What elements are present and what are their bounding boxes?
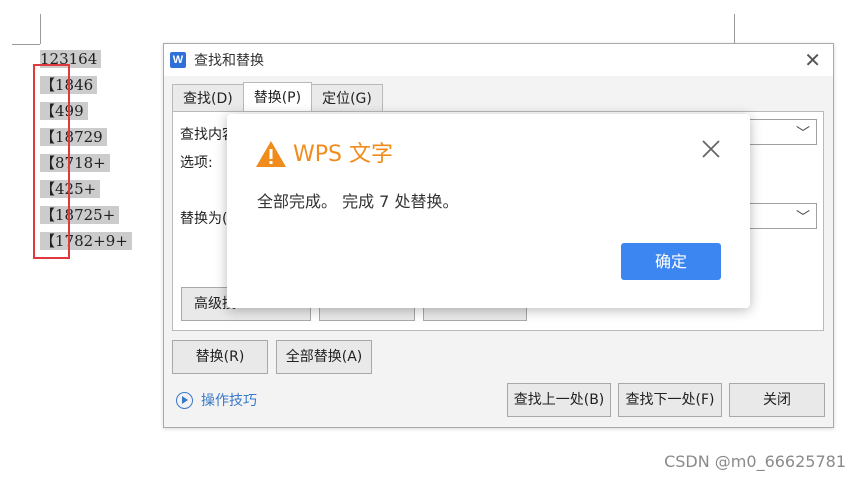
margin-mark-top-left-vertical — [40, 14, 41, 44]
chevron-down-icon[interactable]: ﹀ — [796, 123, 810, 143]
replace-button[interactable]: 替换(R) — [172, 340, 268, 374]
tab-replace[interactable]: 替换(P) — [242, 82, 313, 112]
dialog-tabs: 查找(D) 替换(P) 定位(G) — [172, 82, 383, 112]
find-next-button[interactable]: 查找下一处(F) — [618, 383, 722, 417]
wps-message-box: WPS 文字 全部完成。 完成 7 处替换。 确定 — [227, 114, 750, 308]
message-text: 全部完成。 完成 7 处替换。 — [257, 192, 459, 211]
margin-mark-top-right — [734, 14, 735, 44]
tab-goto[interactable]: 定位(G) — [311, 84, 383, 112]
tips-link[interactable]: 操作技巧 — [176, 390, 257, 410]
watermark: CSDN @m0_66625781 — [664, 452, 846, 471]
dialog-title: 查找和替换 — [194, 53, 264, 69]
close-icon[interactable]: ✕ — [804, 50, 821, 70]
play-icon — [176, 391, 193, 409]
find-previous-button[interactable]: 查找上一处(B) — [507, 383, 611, 417]
ok-button[interactable]: 确定 — [621, 243, 721, 280]
tips-label: 操作技巧 — [201, 393, 257, 409]
annotation-red-box — [33, 64, 70, 259]
warning-icon — [256, 141, 286, 167]
tab-find[interactable]: 查找(D) — [172, 84, 244, 112]
close-icon[interactable] — [700, 138, 722, 160]
dialog-titlebar[interactable]: W 查找和替换 ✕ — [164, 44, 833, 76]
wps-writer-logo-icon: W — [170, 52, 186, 68]
chevron-down-icon[interactable]: ﹀ — [796, 207, 810, 227]
message-box-title: WPS 文字 — [293, 142, 393, 167]
replace-all-button[interactable]: 全部替换(A) — [276, 340, 372, 374]
close-button[interactable]: 关闭 — [729, 383, 825, 417]
options-label: 选项: — [180, 155, 213, 171]
margin-mark-top-left — [12, 44, 40, 45]
replace-with-label: 替换为( — [180, 211, 228, 227]
